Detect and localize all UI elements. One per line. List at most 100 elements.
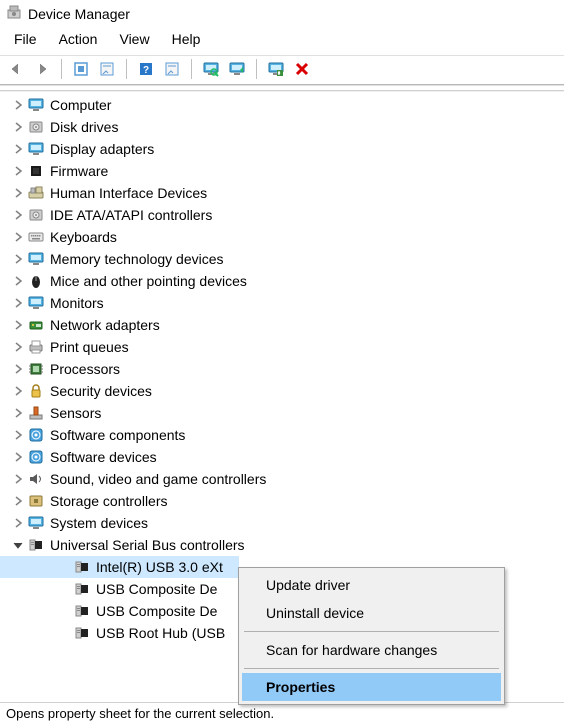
tree-item-label: Print queues [50, 339, 129, 355]
expand-down-icon[interactable] [10, 537, 26, 553]
properties-button[interactable] [95, 57, 119, 81]
tree-item[interactable]: USB Root Hub (USB [0, 622, 239, 644]
tree-item-label: Security devices [50, 383, 152, 399]
context-menu: Update driver Uninstall device Scan for … [238, 567, 505, 705]
menu-view[interactable]: View [109, 29, 159, 49]
usb-icon [74, 581, 90, 597]
tree-item-label: Human Interface Devices [50, 185, 207, 201]
expand-right-icon[interactable] [10, 97, 26, 113]
expand-right-icon[interactable] [10, 273, 26, 289]
tree-item[interactable]: Processors [0, 358, 564, 380]
expand-right-icon[interactable] [10, 361, 26, 377]
expand-right-icon[interactable] [10, 119, 26, 135]
tree-item-label: System devices [50, 515, 148, 531]
ctx-scan-hardware[interactable]: Scan for hardware changes [242, 636, 501, 664]
ctx-properties[interactable]: Properties [242, 673, 501, 701]
keyboard-icon [28, 229, 44, 245]
tree-item[interactable]: Print queues [0, 336, 564, 358]
tree-item[interactable]: Display adapters [0, 138, 564, 160]
expand-right-icon[interactable] [10, 163, 26, 179]
tree-item[interactable]: Storage controllers [0, 490, 564, 512]
forward-button[interactable] [30, 57, 54, 81]
tree-item[interactable]: Human Interface Devices [0, 182, 564, 204]
tree-item-label: Disk drives [50, 119, 118, 135]
expand-right-icon[interactable] [10, 471, 26, 487]
expand-right-icon[interactable] [10, 185, 26, 201]
separator [126, 59, 127, 79]
device-tree-pane: Computer Disk drives Display adapters Firmw… [0, 85, 564, 715]
tree-item[interactable]: Disk drives [0, 116, 564, 138]
software-icon [28, 449, 44, 465]
show-hide-console-button[interactable] [69, 57, 93, 81]
tree-item[interactable]: Network adapters [0, 314, 564, 336]
tree-item[interactable]: Computer [0, 94, 564, 116]
mouse-icon [28, 273, 44, 289]
tree-item[interactable]: Intel(R) USB 3.0 eXt [0, 556, 239, 578]
expand-right-icon[interactable] [10, 295, 26, 311]
tree-item-label: Network adapters [50, 317, 160, 333]
tree-item-label: Memory technology devices [50, 251, 224, 267]
separator [244, 631, 499, 632]
help-button[interactable] [134, 57, 158, 81]
expand-right-icon[interactable] [10, 383, 26, 399]
tree-item[interactable]: Sound, video and game controllers [0, 468, 564, 490]
speaker-icon [28, 471, 44, 487]
ctx-uninstall-device[interactable]: Uninstall device [242, 599, 501, 627]
tree-item-label: Sound, video and game controllers [50, 471, 266, 487]
usb-icon [74, 603, 90, 619]
expand-right-icon[interactable] [10, 449, 26, 465]
tree-item[interactable]: Security devices [0, 380, 564, 402]
menu-action[interactable]: Action [49, 29, 108, 49]
printer-icon [28, 339, 44, 355]
tree-item[interactable]: Software components [0, 424, 564, 446]
expand-right-icon[interactable] [10, 229, 26, 245]
disable-device-button[interactable] [290, 57, 314, 81]
menu-file[interactable]: File [4, 29, 47, 49]
separator [191, 59, 192, 79]
expand-right-icon[interactable] [10, 339, 26, 355]
usb-icon [74, 625, 90, 641]
monitor-icon [28, 141, 44, 157]
tree-item[interactable]: USB Composite De [0, 578, 239, 600]
back-button[interactable] [4, 57, 28, 81]
expand-right-icon[interactable] [10, 405, 26, 421]
update-driver-button[interactable] [225, 57, 249, 81]
usb-icon [74, 559, 90, 575]
tree-item[interactable]: Firmware [0, 160, 564, 182]
expand-right-icon[interactable] [10, 427, 26, 443]
tree-item-label: USB Root Hub (USB [96, 625, 225, 641]
expand-right-icon[interactable] [10, 515, 26, 531]
ctx-update-driver[interactable]: Update driver [242, 571, 501, 599]
tree-item[interactable]: Sensors [0, 402, 564, 424]
expand-right-icon[interactable] [10, 493, 26, 509]
tree-item[interactable]: Memory technology devices [0, 248, 564, 270]
tree-item-label: Display adapters [50, 141, 154, 157]
monitor-icon [28, 97, 44, 113]
software-icon [28, 427, 44, 443]
app-icon [6, 4, 22, 23]
tree-item[interactable]: Mice and other pointing devices [0, 270, 564, 292]
expand-right-icon[interactable] [10, 141, 26, 157]
expand-right-icon[interactable] [10, 251, 26, 267]
tree-item[interactable]: Keyboards [0, 226, 564, 248]
separator [61, 59, 62, 79]
tree-item[interactable]: USB Composite De [0, 600, 239, 622]
tree-item[interactable]: System devices [0, 512, 564, 534]
tree-item[interactable]: Software devices [0, 446, 564, 468]
menu-help[interactable]: Help [162, 29, 211, 49]
expand-right-icon[interactable] [10, 317, 26, 333]
expand-right-icon[interactable] [10, 207, 26, 223]
status-text: Opens property sheet for the current sel… [6, 706, 274, 721]
tree-item[interactable]: IDE ATA/ATAPI controllers [0, 204, 564, 226]
tree-item-label: Keyboards [50, 229, 117, 245]
action-button[interactable] [160, 57, 184, 81]
status-bar: Opens property sheet for the current sel… [0, 702, 564, 726]
monitor-icon [28, 295, 44, 311]
cpu-icon [28, 361, 44, 377]
tree-item[interactable]: Monitors [0, 292, 564, 314]
tree-item-label: Software components [50, 427, 185, 443]
network-icon [28, 317, 44, 333]
uninstall-device-button[interactable] [264, 57, 288, 81]
scan-hardware-button[interactable] [199, 57, 223, 81]
tree-item[interactable]: Universal Serial Bus controllers [0, 534, 564, 556]
